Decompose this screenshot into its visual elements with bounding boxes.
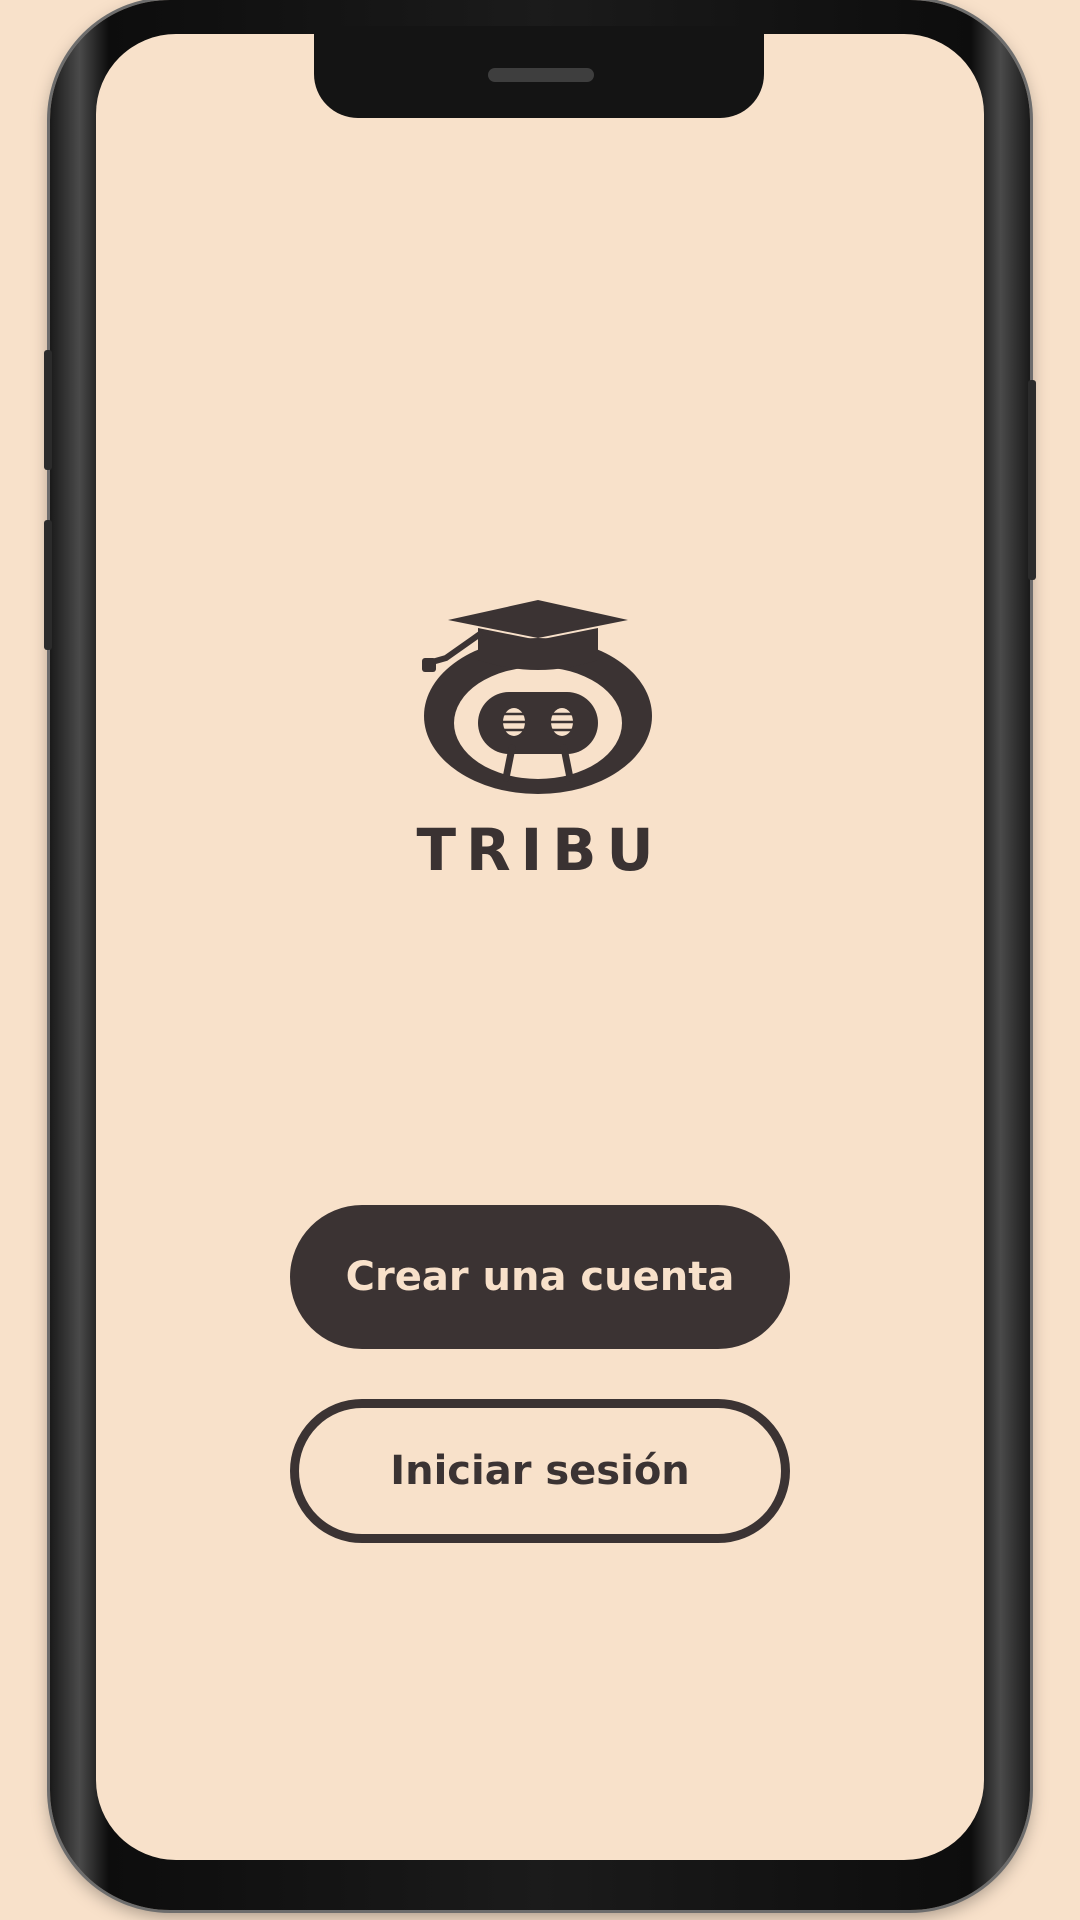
tribu-logo-icon [422, 600, 652, 794]
app-screen [96, 34, 984, 1860]
sign-in-label: Iniciar sesión [390, 1448, 690, 1494]
brand-name: TRIBU [416, 816, 664, 884]
create-account-label: Crear una cuenta [345, 1254, 735, 1300]
phone-power-button [1028, 380, 1036, 580]
phone-volume-button [44, 520, 52, 650]
sign-in-button[interactable]: Iniciar sesión [290, 1399, 790, 1543]
create-account-button[interactable]: Crear una cuenta [290, 1205, 790, 1349]
phone-volume-button [44, 350, 52, 470]
phone-speaker [488, 68, 594, 82]
